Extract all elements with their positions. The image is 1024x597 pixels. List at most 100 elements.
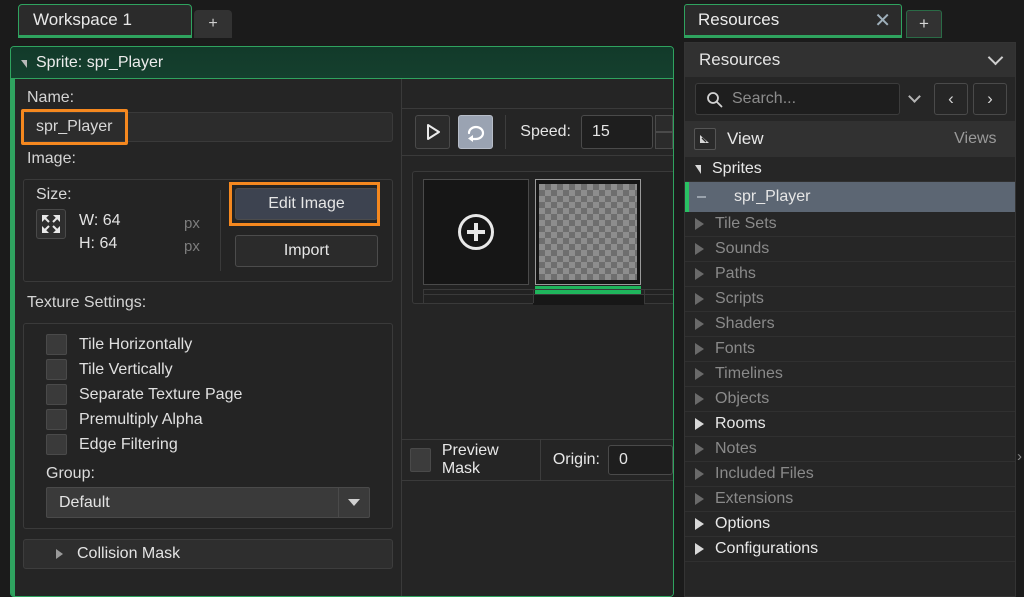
checkbox-row-edge-filtering[interactable]: Edge Filtering: [24, 432, 392, 457]
tree-item-notes-label: Notes: [715, 440, 757, 457]
tree-item-spr-player[interactable]: spr_Player: [685, 182, 1015, 212]
tree-item-sounds[interactable]: Sounds: [685, 237, 1015, 262]
import-button[interactable]: Import: [235, 235, 378, 267]
tree-item-rooms[interactable]: Rooms: [685, 412, 1015, 437]
chevron-right-icon[interactable]: [695, 543, 704, 555]
play-icon: [426, 124, 440, 140]
tree-item-options[interactable]: Options: [685, 512, 1015, 537]
tree-item-notes[interactable]: Notes: [685, 437, 1015, 462]
add-resources-tab-label: +: [919, 14, 929, 33]
name-field-wrapper: spr_Player: [21, 109, 393, 145]
view-row[interactable]: View Views: [685, 121, 1015, 157]
tree-item-extensions[interactable]: Extensions: [685, 487, 1015, 512]
add-frame-cell[interactable]: [423, 179, 529, 285]
group-dropdown[interactable]: Default: [46, 487, 370, 518]
checkbox-row-tile-vertically[interactable]: Tile Vertically: [24, 357, 392, 382]
views-menu-button[interactable]: Views: [954, 130, 1003, 148]
close-icon[interactable]: ✕: [874, 8, 891, 33]
chevron-right-icon[interactable]: [695, 443, 704, 455]
search-placeholder: Search...: [732, 90, 797, 107]
tree-item-timelines[interactable]: Timelines: [685, 362, 1015, 387]
tree-item-tile-sets[interactable]: Tile Sets: [685, 212, 1015, 237]
frames-ruler-row[interactable]: [423, 289, 673, 303]
group-dropdown-value[interactable]: Default: [46, 487, 338, 518]
search-input[interactable]: Search...: [695, 83, 900, 115]
chevron-right-icon[interactable]: [695, 518, 704, 530]
chevron-down-icon[interactable]: [695, 164, 701, 174]
tab-resources[interactable]: Resources ✕: [684, 4, 902, 38]
sprite-name-value: spr_Player: [36, 118, 113, 135]
tree-item-paths[interactable]: Paths: [685, 262, 1015, 287]
chevron-right-icon[interactable]: [695, 268, 704, 280]
width-value[interactable]: W: 64: [79, 209, 121, 232]
chevron-right-icon[interactable]: [695, 368, 704, 380]
speed-stepper-down[interactable]: [655, 132, 673, 149]
resources-header[interactable]: Resources: [685, 43, 1015, 77]
checkbox-edge-filtering[interactable]: [46, 434, 67, 455]
tree-item-shaders[interactable]: Shaders: [685, 312, 1015, 337]
checkbox-preview-mask[interactable]: [410, 448, 431, 472]
sprite-name-input[interactable]: spr_Player: [23, 112, 393, 142]
checkbox-tile-horizontally[interactable]: [46, 334, 67, 355]
tree-item-sprites[interactable]: Sprites: [685, 157, 1015, 182]
nav-previous-label: ‹: [948, 89, 954, 108]
chevron-right-icon[interactable]: [695, 218, 704, 230]
tree-item-included-files[interactable]: Included Files: [685, 462, 1015, 487]
texture-settings-panel: Tile Horizontally Tile Vertically Separa…: [23, 323, 393, 529]
chevron-right-icon[interactable]: [695, 493, 704, 505]
chevron-right-icon[interactable]: [695, 393, 704, 405]
chevron-right-icon[interactable]: [695, 243, 704, 255]
panel-expand-chevron-icon[interactable]: ›: [1017, 448, 1022, 465]
sprite-editor-titlebar[interactable]: Sprite: spr_Player: [11, 47, 673, 79]
chevron-down-icon[interactable]: [987, 49, 1004, 66]
add-resources-tab-button[interactable]: +: [906, 10, 942, 38]
loop-button[interactable]: [458, 115, 494, 149]
tree-item-rooms-label: Rooms: [715, 415, 766, 432]
chevron-right-icon[interactable]: [695, 468, 704, 480]
checkbox-row-separate-texture-page[interactable]: Separate Texture Page: [24, 382, 392, 407]
collapse-triangle-icon[interactable]: [21, 60, 27, 68]
tree-connector-icon: [697, 196, 706, 198]
edit-image-button[interactable]: Edit Image: [235, 188, 378, 220]
origin-input[interactable]: 0: [607, 445, 673, 475]
resources-tree: Sprites spr_Player Tile Sets Sounds Path…: [685, 157, 1015, 562]
tree-item-objects[interactable]: Objects: [685, 387, 1015, 412]
speed-stepper[interactable]: [655, 115, 673, 149]
checkbox-row-tile-horizontally[interactable]: Tile Horizontally: [24, 332, 392, 357]
tree-item-scripts[interactable]: Scripts: [685, 287, 1015, 312]
play-button[interactable]: [415, 115, 451, 149]
group-dropdown-arrow[interactable]: [338, 487, 370, 518]
add-workspace-tab-button[interactable]: +: [194, 10, 232, 38]
expand-triangle-icon[interactable]: [56, 549, 63, 559]
collision-mask-section[interactable]: Collision Mask: [23, 539, 393, 569]
view-label: View: [727, 129, 764, 148]
tree-item-extensions-label: Extensions: [715, 490, 794, 507]
chevron-right-icon[interactable]: [695, 293, 704, 305]
checkbox-separate-texture-page[interactable]: [46, 384, 67, 405]
ruler-tick: [423, 290, 424, 303]
height-value[interactable]: H: 64: [79, 232, 121, 255]
nav-previous-button[interactable]: ‹: [934, 83, 968, 115]
chevron-right-icon[interactable]: [695, 318, 704, 330]
tree-item-tile-sets-label: Tile Sets: [715, 215, 777, 232]
mask-toolbar-divider: [539, 439, 541, 481]
tab-workspace-1[interactable]: Workspace 1: [18, 4, 192, 38]
selection-indicator: [685, 182, 689, 212]
search-options-chevron-icon[interactable]: [908, 90, 921, 103]
checkbox-premultiply-alpha[interactable]: [46, 409, 67, 430]
resize-arrows-icon[interactable]: [36, 209, 66, 239]
tree-item-configurations-label: Configurations: [715, 540, 819, 557]
checkbox-row-premultiply-alpha[interactable]: Premultiply Alpha: [24, 407, 392, 432]
nav-next-button[interactable]: ›: [973, 83, 1007, 115]
speed-input[interactable]: 15: [581, 115, 654, 149]
label-tile-horizontally: Tile Horizontally: [79, 335, 193, 353]
checkbox-tile-vertically[interactable]: [46, 359, 67, 380]
tree-item-configurations[interactable]: Configurations: [685, 537, 1015, 562]
frame-thumbnail-1[interactable]: [535, 179, 641, 294]
chevron-right-icon[interactable]: [695, 343, 704, 355]
origin-label: Origin:: [552, 451, 600, 468]
chevron-right-icon[interactable]: [695, 418, 704, 430]
edit-image-label: Edit Image: [268, 195, 345, 212]
tree-item-fonts[interactable]: Fonts: [685, 337, 1015, 362]
speed-stepper-up[interactable]: [655, 115, 673, 132]
